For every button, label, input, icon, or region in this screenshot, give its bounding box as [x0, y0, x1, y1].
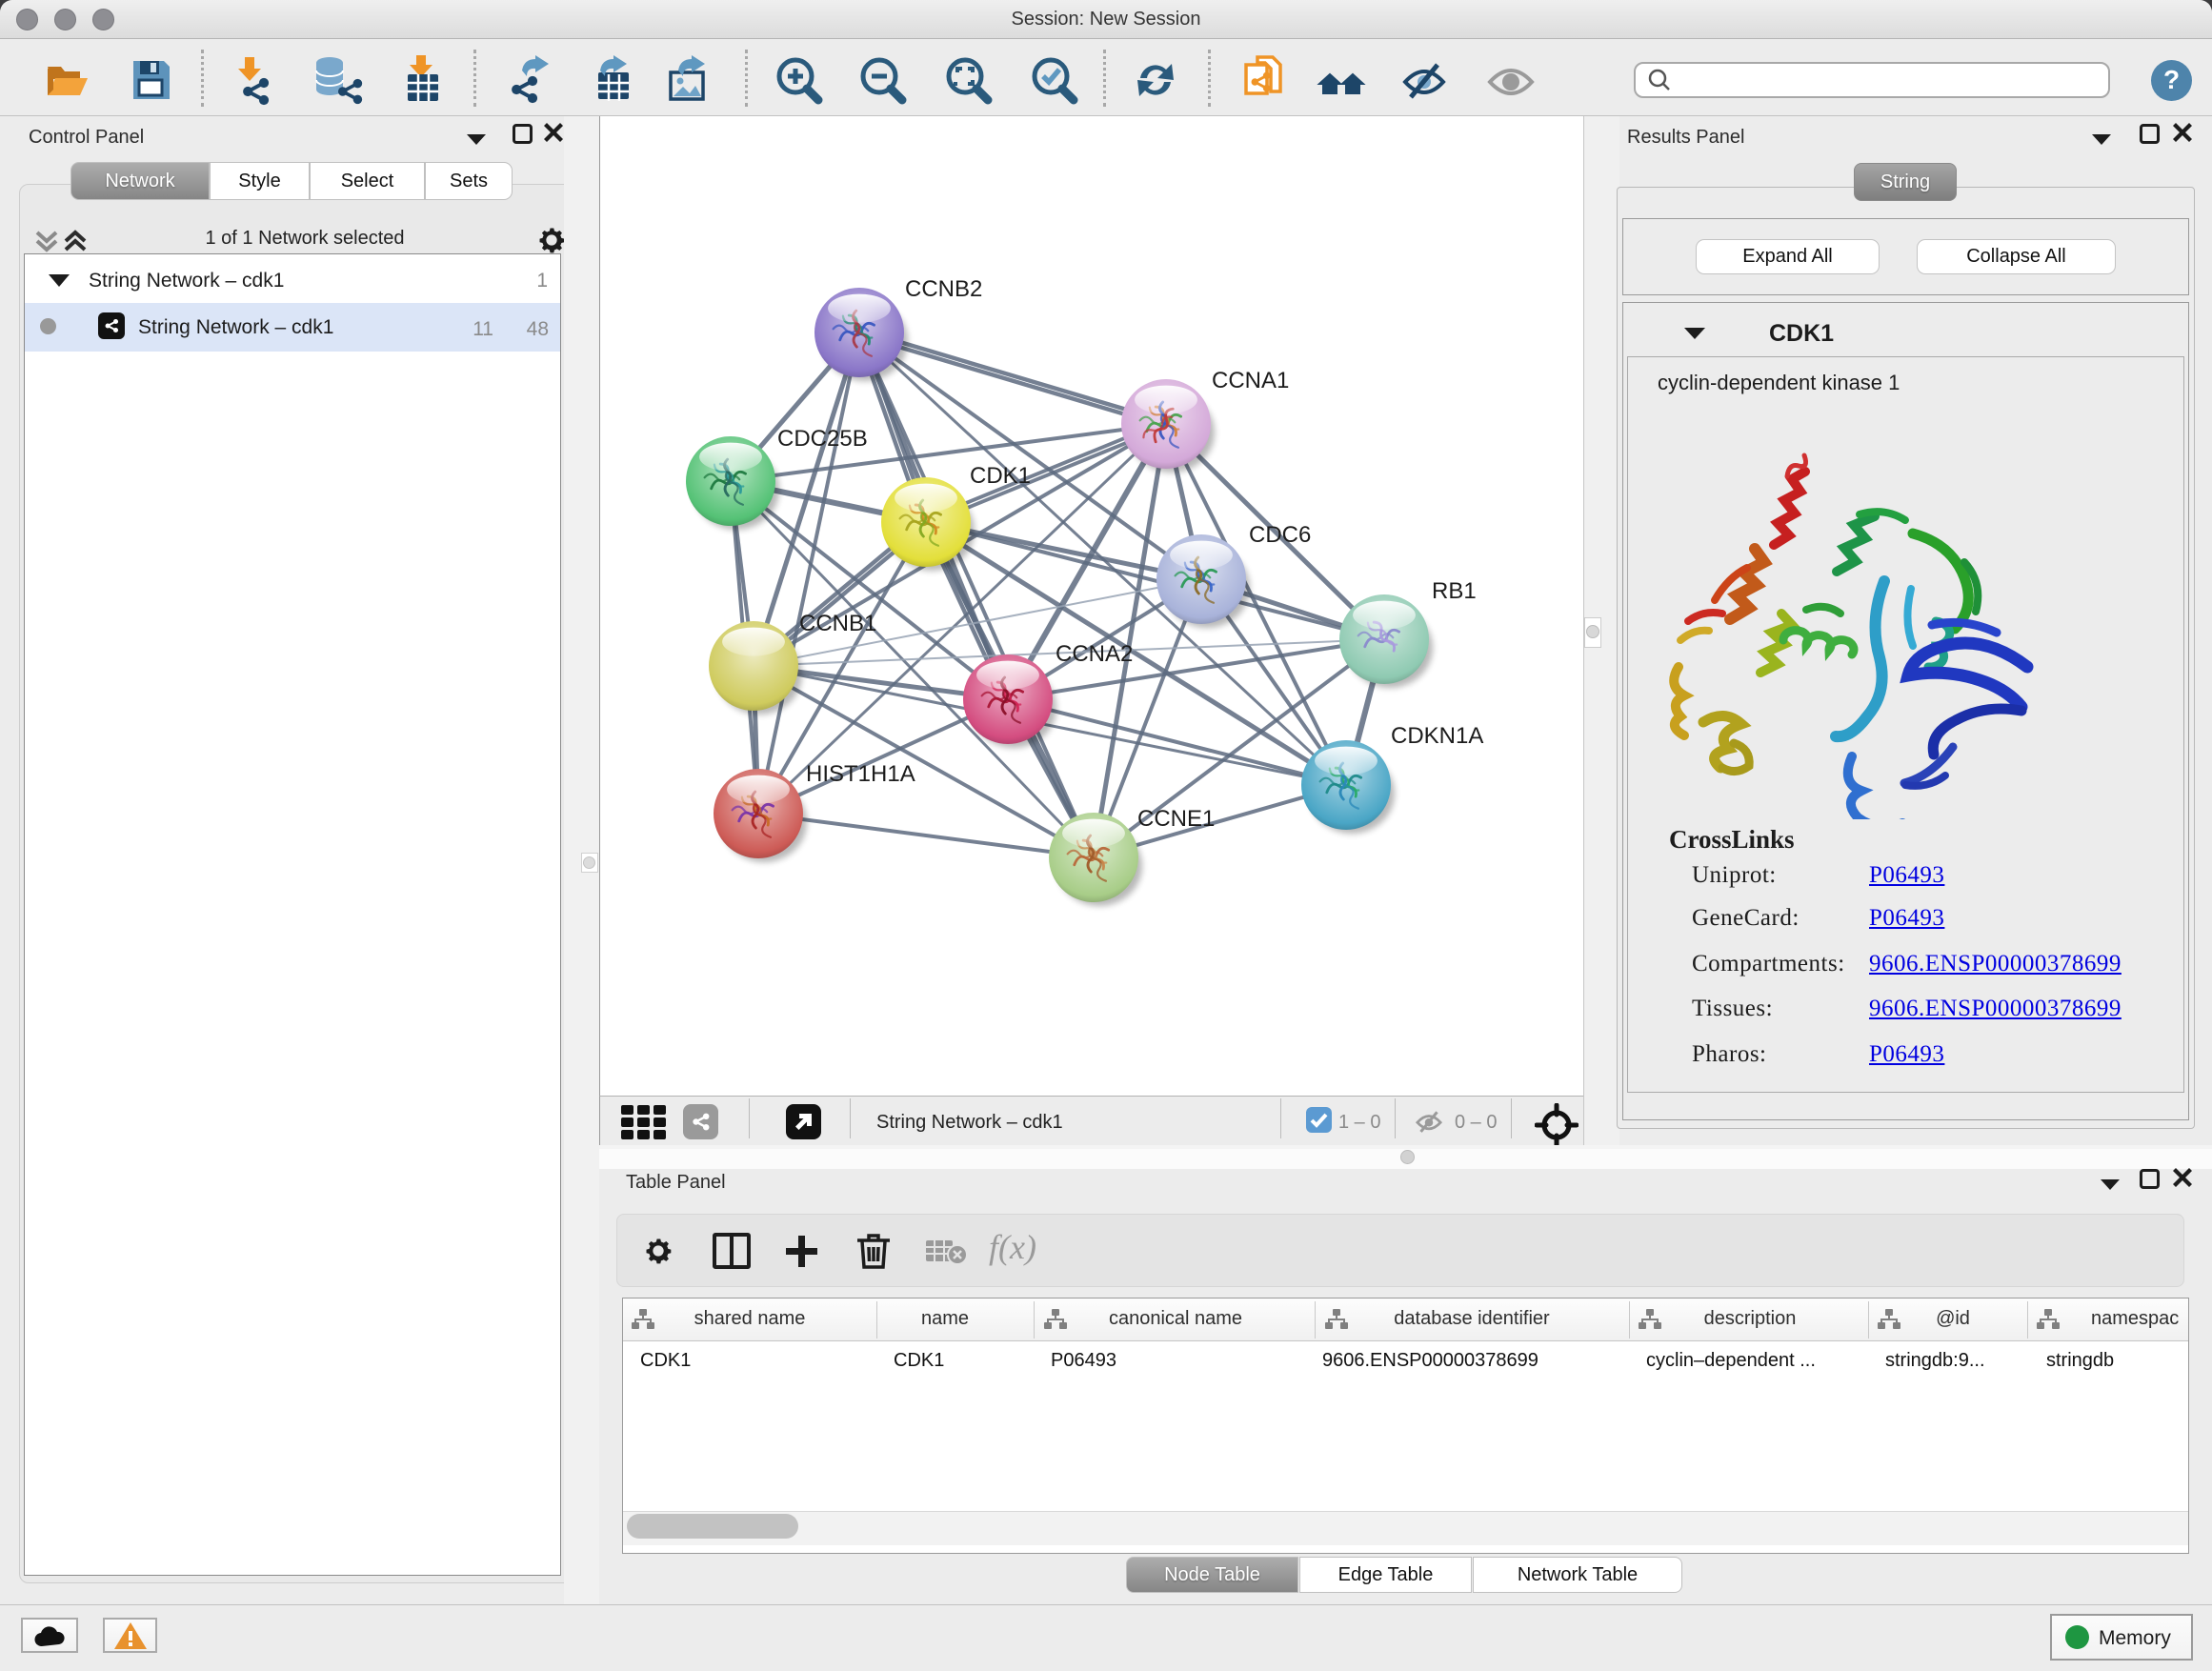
- svg-text:CDC25B: CDC25B: [777, 426, 868, 452]
- svg-text:CDC6: CDC6: [1249, 522, 1311, 548]
- svg-text:HIST1H1A: HIST1H1A: [806, 761, 915, 787]
- svg-text:CCNA1: CCNA1: [1212, 368, 1289, 393]
- svg-text:CCNA2: CCNA2: [1056, 641, 1133, 667]
- svg-text:CDKN1A: CDKN1A: [1391, 723, 1483, 749]
- svg-text:CDK1: CDK1: [970, 463, 1031, 489]
- svg-text:CCNE1: CCNE1: [1137, 806, 1215, 832]
- svg-text:CCNB1: CCNB1: [799, 611, 876, 636]
- svg-text:RB1: RB1: [1432, 578, 1477, 604]
- svg-text:CCNB2: CCNB2: [905, 276, 982, 302]
